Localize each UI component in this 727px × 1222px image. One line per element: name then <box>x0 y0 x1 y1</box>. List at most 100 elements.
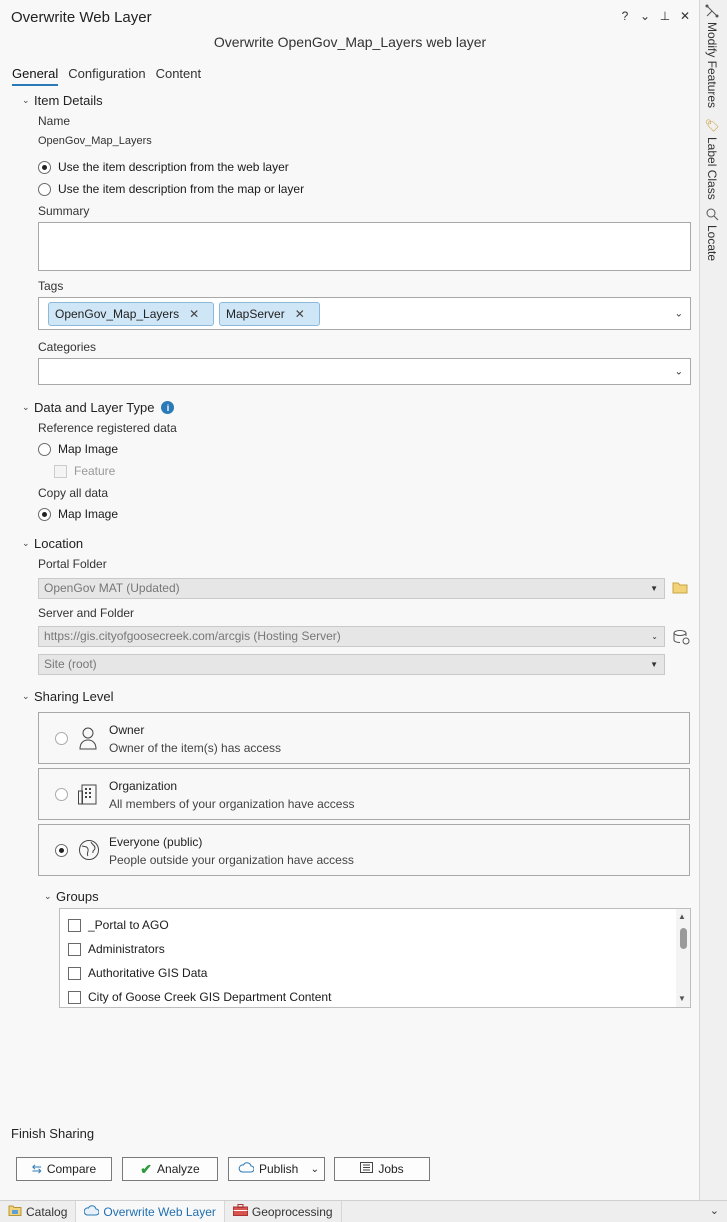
item-details-header[interactable]: ⌄ Item Details <box>22 93 103 108</box>
scroll-down-icon[interactable]: ▼ <box>678 994 686 1003</box>
tab-bar: General Configuration Content <box>12 66 201 86</box>
server-settings-icon[interactable] <box>673 629 690 645</box>
scroll-thumb[interactable] <box>680 928 687 949</box>
copy-map-image-label: Map Image <box>58 507 119 521</box>
remove-tag-icon[interactable]: ✕ <box>189 307 199 321</box>
checkbox[interactable] <box>68 966 81 980</box>
bottom-tab-label: Geoprocessing <box>251 1204 333 1219</box>
summary-input[interactable] <box>38 222 691 271</box>
server-value: https://gis.cityofgoosecreek.com/arcgis … <box>44 629 341 643</box>
scroll-up-icon[interactable]: ▲ <box>678 912 686 921</box>
modify-features-icon <box>705 4 719 18</box>
data-layer-type-header[interactable]: ⌄ Data and Layer Type i <box>22 400 175 415</box>
side-tab-locate[interactable]: Locate <box>705 207 719 261</box>
bottom-tab-overwrite-web-layer[interactable]: Overwrite Web Layer <box>76 1200 225 1222</box>
summary-label: Summary <box>38 204 90 218</box>
tab-general[interactable]: General <box>12 66 59 86</box>
tag-icon: 🏷 <box>705 118 719 134</box>
portal-folder-value: OpenGov MAT (Updated) <box>44 581 180 595</box>
radio-button[interactable] <box>55 844 68 857</box>
copy-map-image-option[interactable]: Map Image <box>38 507 118 521</box>
groups-list[interactable]: _Portal to AGO Administrators Authoritat… <box>59 908 691 1008</box>
checkbox[interactable] <box>68 918 81 932</box>
desc-option-web-layer-label: Use the item description from the web la… <box>58 160 289 174</box>
list-item[interactable]: Authoritative GIS Data <box>68 966 207 980</box>
compare-label: Compare <box>46 1162 97 1176</box>
radio-button[interactable] <box>38 182 51 196</box>
cloud-icon <box>238 1162 255 1176</box>
toolbox-icon <box>232 1204 248 1219</box>
location-header-label: Location <box>34 536 84 551</box>
groups-scrollbar[interactable]: ▲ ▼ <box>676 909 690 1007</box>
location-header[interactable]: ⌄ Location <box>22 536 83 551</box>
ref-map-image-option[interactable]: Map Image <box>38 442 118 456</box>
chevron-down-icon: ⌄ <box>22 538 30 548</box>
sharing-level-header[interactable]: ⌄ Sharing Level <box>22 689 114 704</box>
side-tab-label: Locate <box>705 225 719 262</box>
categories-input[interactable]: ⌄ <box>38 358 691 385</box>
group-label: Administrators <box>88 942 165 956</box>
tag-chip: OpenGov_Map_Layers ✕ <box>48 302 214 326</box>
server-select[interactable]: https://gis.cityofgoosecreek.com/arcgis … <box>38 626 665 647</box>
radio-button[interactable] <box>38 442 51 456</box>
tab-configuration[interactable]: Configuration <box>68 66 145 86</box>
jobs-label: Jobs <box>378 1162 404 1176</box>
radio-button[interactable] <box>55 788 68 801</box>
side-dock: Modify Features 🏷 Label Class Locate <box>701 0 727 1200</box>
ref-feature-label: Feature <box>74 464 116 478</box>
chevron-down-icon[interactable]: ⌄ <box>675 366 683 377</box>
sharing-option-desc: All members of your organization have ac… <box>109 797 355 811</box>
help-icon[interactable]: ? <box>619 9 631 23</box>
chevron-down-icon: ⌄ <box>22 95 30 105</box>
data-layer-type-header-label: Data and Layer Type <box>34 400 155 415</box>
radio-button[interactable] <box>38 507 51 521</box>
jobs-button[interactable]: Jobs <box>334 1157 430 1181</box>
pin-icon[interactable]: ⊥ <box>659 9 671 23</box>
item-details-header-label: Item Details <box>34 93 103 108</box>
list-item[interactable]: Administrators <box>68 942 165 956</box>
side-tab-modify-features[interactable]: Modify Features <box>705 4 719 108</box>
list-item[interactable]: _Portal to AGO <box>68 918 169 932</box>
remove-tag-icon[interactable]: ✕ <box>295 307 305 321</box>
desc-option-web-layer[interactable]: Use the item description from the web la… <box>38 160 289 174</box>
chevron-down-icon[interactable]: ⌄ <box>710 1204 719 1217</box>
side-tab-label-class[interactable]: 🏷 Label Class <box>705 118 719 200</box>
dropdown-arrow-icon: ▼ <box>650 584 658 593</box>
info-icon[interactable]: i <box>161 401 175 414</box>
radio-button[interactable] <box>55 732 68 745</box>
desc-option-map-layer[interactable]: Use the item description from the map or… <box>38 182 304 196</box>
dropdown-arrow-icon: ▼ <box>650 660 658 669</box>
list-item[interactable]: City of Goose Creek GIS Department Conte… <box>68 990 331 1004</box>
groups-header[interactable]: ⌄ Groups <box>44 889 99 904</box>
sharing-option-everyone[interactable]: Everyone (public) People outside your or… <box>38 824 690 876</box>
chevron-down-icon[interactable]: ⌄ <box>311 1164 319 1175</box>
categories-label: Categories <box>38 340 97 354</box>
checkbox[interactable] <box>68 942 81 956</box>
checkbox <box>54 464 67 478</box>
sharing-option-title: Owner <box>109 723 145 737</box>
compare-button[interactable]: ⇆ Compare <box>16 1157 112 1181</box>
bottom-tab-catalog[interactable]: Catalog <box>0 1200 77 1222</box>
checkmark-icon: ✔ <box>140 1160 153 1177</box>
sharing-option-owner[interactable]: Owner Owner of the item(s) has access <box>38 712 690 764</box>
browse-folder-icon[interactable] <box>672 580 689 594</box>
chevron-down-icon[interactable]: ⌄ <box>675 308 683 319</box>
options-menu-icon[interactable]: ⌄ <box>639 9 651 23</box>
copy-data-label: Copy all data <box>38 486 109 500</box>
bottom-tab-label: Overwrite Web Layer <box>103 1204 216 1219</box>
bottom-tab-geoprocessing[interactable]: Geoprocessing <box>225 1200 342 1222</box>
tab-content[interactable]: Content <box>156 66 202 86</box>
checkbox[interactable] <box>68 990 81 1004</box>
sharing-option-organization[interactable]: Organization All members of your organiz… <box>38 768 690 820</box>
radio-button[interactable] <box>38 160 51 174</box>
group-label: Authoritative GIS Data <box>88 966 208 980</box>
portal-folder-select[interactable]: OpenGov MAT (Updated) ▼ <box>38 578 665 599</box>
server-folder-label: Server and Folder <box>38 606 135 620</box>
tags-input[interactable]: OpenGov_Map_Layers ✕ MapServer ✕ ⌄ <box>38 297 691 330</box>
close-icon[interactable]: ✕ <box>679 9 691 23</box>
publish-label: Publish <box>259 1162 299 1176</box>
analyze-button[interactable]: ✔ Analyze <box>122 1157 218 1181</box>
publish-button[interactable]: Publish ⌄ <box>228 1157 325 1181</box>
sharing-option-desc: Owner of the item(s) has access <box>109 741 282 755</box>
folder-select[interactable]: Site (root) ▼ <box>38 654 665 675</box>
